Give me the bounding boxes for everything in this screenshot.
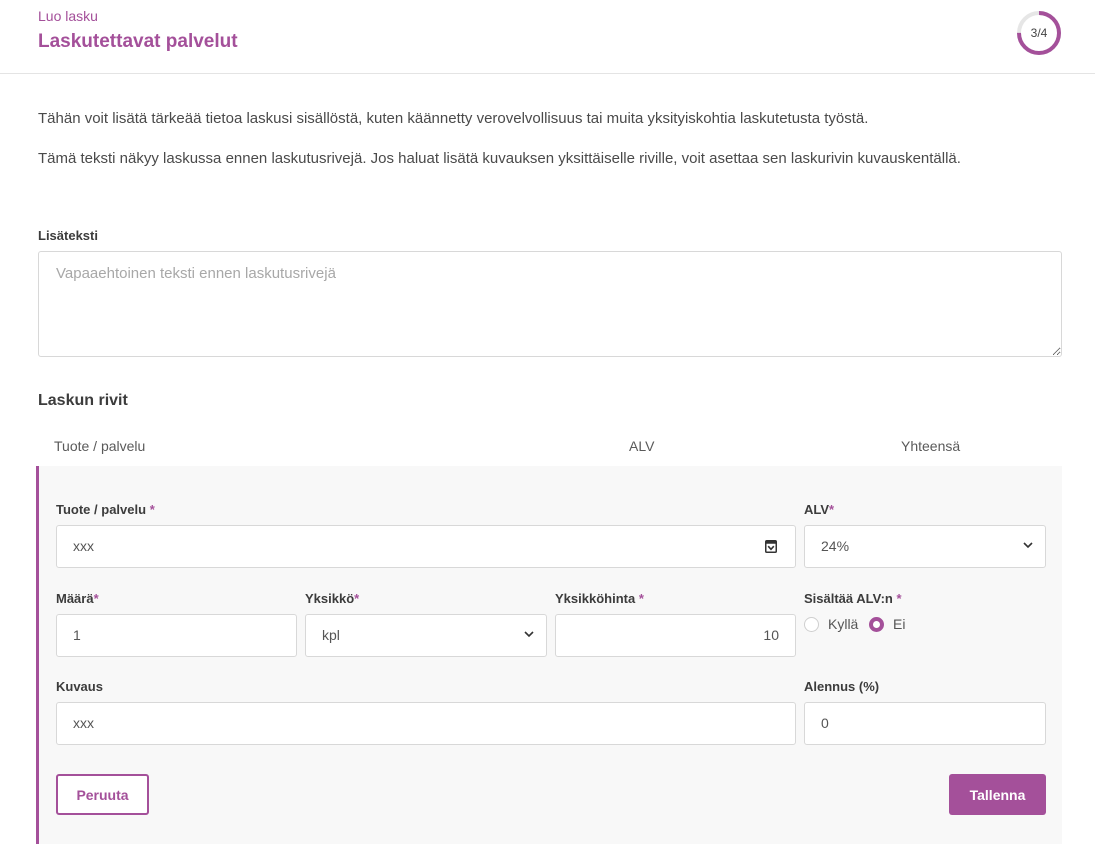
unit-price-label: Yksikköhinta * — [555, 591, 644, 606]
extra-text-label: Lisäteksti — [38, 228, 98, 243]
breadcrumb[interactable]: Luo lasku — [38, 8, 98, 24]
radio-yes-label[interactable]: Kyllä — [828, 616, 858, 632]
discount-input[interactable]: 0 — [804, 702, 1046, 745]
required-marker: * — [829, 502, 835, 517]
radio-yes[interactable] — [804, 617, 819, 632]
radio-no-label[interactable]: Ei — [893, 616, 905, 632]
required-marker: * — [149, 502, 155, 517]
radio-no[interactable] — [869, 617, 884, 632]
discount-label: Alennus (%) — [804, 679, 880, 694]
required-marker: * — [638, 591, 644, 606]
page-title: Laskutettavat palvelut — [38, 31, 238, 52]
vat-select[interactable]: 24% — [804, 525, 1046, 568]
required-marker: * — [93, 591, 99, 606]
unit-price-input[interactable]: 10 — [555, 614, 796, 657]
column-header-total: Yhteensä — [901, 438, 961, 454]
save-button[interactable]: Tallenna — [949, 774, 1046, 815]
intro-paragraph-2: Tämä teksti näkyy laskussa ennen laskutu… — [38, 150, 961, 167]
includes-vat-label: Sisältää ALV:n * — [804, 591, 902, 606]
quantity-label: Määrä* — [56, 591, 99, 606]
vat-value: 24% — [821, 538, 850, 554]
description-input[interactable]: xxx — [56, 702, 796, 745]
quantity-input[interactable]: 1 — [56, 614, 297, 657]
required-marker: * — [896, 591, 902, 606]
unit-value: kpl — [322, 627, 340, 643]
unit-price-value: 10 — [763, 627, 779, 643]
list-picker-icon[interactable] — [765, 540, 777, 553]
page-header: Luo lasku Laskutettavat palvelut 3/4 — [0, 0, 1095, 74]
intro-paragraph-1: Tähän voit lisätä tärkeää tietoa laskusi… — [38, 110, 869, 127]
required-marker: * — [354, 591, 360, 606]
column-header-product: Tuote / palvelu — [54, 438, 146, 454]
discount-value: 0 — [821, 715, 829, 731]
description-value: xxx — [73, 715, 94, 731]
unit-label: Yksikkö* — [305, 591, 360, 606]
quantity-value: 1 — [73, 627, 81, 643]
column-header-vat: ALV — [629, 438, 655, 454]
step-label: 3/4 — [1030, 26, 1048, 40]
unit-select[interactable]: kpl — [305, 614, 547, 657]
product-value: xxx — [73, 538, 94, 554]
description-label: Kuvaus — [56, 679, 103, 694]
invoice-rows-title: Laskun rivit — [38, 392, 128, 409]
product-label: Tuote / palvelu * — [56, 502, 155, 517]
step-progress-indicator: 3/4 — [1016, 10, 1062, 56]
extra-text-textarea[interactable] — [38, 251, 1062, 357]
product-input[interactable]: xxx — [56, 525, 796, 568]
cancel-button[interactable]: Peruuta — [56, 774, 149, 815]
chevron-down-icon — [524, 631, 534, 638]
chevron-down-icon — [1023, 542, 1033, 549]
vat-label: ALV* — [804, 502, 835, 517]
